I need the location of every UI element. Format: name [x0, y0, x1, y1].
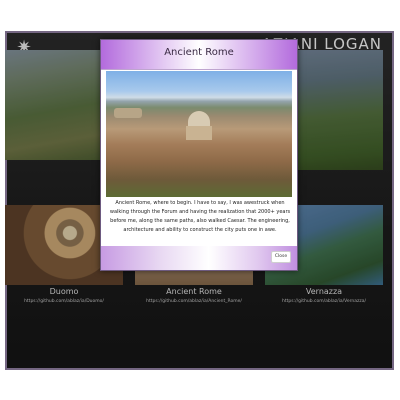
church-drum-shape: [186, 126, 212, 140]
modal-title: Ancient Rome: [164, 47, 234, 58]
close-button[interactable]: Close: [271, 251, 291, 263]
modal-header: Ancient Rome: [101, 40, 297, 70]
modal-footer: Close: [101, 246, 297, 270]
modal-description: Ancient Rome, where to begin. I have to …: [109, 200, 291, 233]
photo-modal: Ancient Rome Ancient Rome, where to begi…: [100, 39, 298, 271]
dome-shape: [188, 111, 210, 127]
colosseum-shape: [114, 108, 142, 118]
modal-photo: [106, 71, 292, 197]
